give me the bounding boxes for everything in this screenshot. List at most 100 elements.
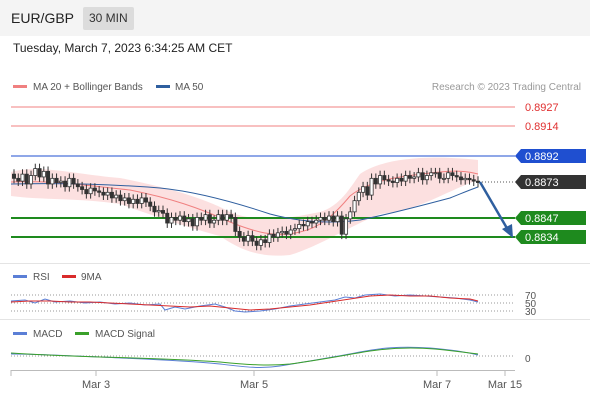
candle-body xyxy=(437,172,442,179)
candle-body xyxy=(301,224,306,227)
candle-body xyxy=(395,177,400,183)
candle-body xyxy=(254,240,259,246)
candle-body xyxy=(454,175,459,178)
candle-body xyxy=(139,197,144,204)
candle-body xyxy=(11,173,16,179)
candle-body xyxy=(335,215,340,223)
candle-body xyxy=(280,231,285,234)
candle-body xyxy=(54,177,59,183)
candle-body xyxy=(250,235,255,242)
rsi-tick-30: 30 xyxy=(525,307,537,318)
candle-body xyxy=(233,217,238,232)
macd-legend-label: MACD xyxy=(33,329,62,340)
candle-body xyxy=(424,175,429,181)
forecast-arrow-head xyxy=(502,224,513,238)
candle-body xyxy=(20,173,25,182)
candle-body xyxy=(156,210,161,213)
candle-body xyxy=(71,177,76,185)
resistance-3-label: 0.8927 xyxy=(525,102,559,114)
candle-body xyxy=(207,214,212,224)
candle-body xyxy=(190,218,195,227)
price-chart[interactable]: MA 20 + Bollinger Bands MA 50 Research ©… xyxy=(0,0,590,400)
candle-body xyxy=(80,186,85,190)
candle-body xyxy=(33,168,38,176)
candle-body xyxy=(67,177,72,188)
candle-body xyxy=(412,176,417,179)
candle-body xyxy=(229,214,234,218)
x-axis-label: Mar 15 xyxy=(488,379,522,391)
candle-body xyxy=(416,172,421,178)
candle-body xyxy=(314,219,319,224)
candle-body xyxy=(420,172,425,181)
x-axis-label: Mar 3 xyxy=(82,379,110,391)
candle-body xyxy=(356,191,361,202)
macd-legend-swatch xyxy=(13,332,27,335)
candle-body xyxy=(58,180,63,183)
candle-body xyxy=(267,233,272,243)
candle-body xyxy=(16,177,21,182)
candle-body xyxy=(118,194,123,202)
candle-body xyxy=(292,228,297,231)
candle-body xyxy=(258,239,263,246)
candle-body xyxy=(390,180,395,183)
rsi-legend-swatch xyxy=(13,275,27,278)
candle-body xyxy=(186,218,191,223)
candle-body xyxy=(109,191,114,199)
candle-body xyxy=(352,200,357,213)
macd-tick-0: 0 xyxy=(525,354,531,365)
candle-body xyxy=(331,215,336,223)
candle-body xyxy=(29,175,34,185)
candle-body xyxy=(24,173,29,185)
candle-body xyxy=(84,189,89,195)
candle-body xyxy=(203,214,208,221)
candle-body xyxy=(327,215,332,221)
macd-signal-legend-swatch xyxy=(75,332,89,335)
candle-body xyxy=(182,215,187,223)
candle-body xyxy=(101,191,106,196)
candle-body xyxy=(135,198,140,204)
candle-body xyxy=(378,175,383,185)
candle-body xyxy=(263,239,268,243)
ma50-legend-swatch xyxy=(156,85,170,88)
candle-body xyxy=(97,190,102,193)
macd-signal-legend-label: MACD Signal xyxy=(95,329,155,340)
rsi-legend-label: RSI xyxy=(33,272,50,283)
candle-body xyxy=(148,201,153,207)
candle-body xyxy=(441,177,446,180)
candle-body xyxy=(41,170,46,178)
candle-body xyxy=(165,212,170,224)
candle-body xyxy=(241,236,246,242)
candle-body xyxy=(173,217,178,221)
candle-body xyxy=(344,218,349,235)
candle-body xyxy=(160,210,165,214)
candle-body xyxy=(246,235,251,242)
candle-body xyxy=(275,232,280,238)
candle-body xyxy=(297,224,302,230)
candle-body xyxy=(237,231,242,238)
ma20-legend-label: MA 20 + Bollinger Bands xyxy=(33,82,143,93)
candle-body xyxy=(131,198,136,204)
candle-body xyxy=(46,170,51,185)
candle-body xyxy=(386,179,391,182)
candle-body xyxy=(309,221,314,224)
candle-body xyxy=(284,231,289,235)
candle-body xyxy=(224,214,229,221)
x-axis-label: Mar 5 xyxy=(240,379,268,391)
candle-body xyxy=(433,172,438,175)
candle-body xyxy=(105,191,110,196)
last-price-label: 0.8873 xyxy=(525,177,559,189)
candle-body xyxy=(305,221,310,227)
candle-body xyxy=(92,187,97,192)
candle-body xyxy=(126,197,131,204)
candle-body xyxy=(178,215,183,221)
candle-body xyxy=(88,187,93,195)
candle-body xyxy=(382,175,387,181)
candle-body xyxy=(216,214,221,221)
support-1-label: 0.8847 xyxy=(525,213,559,225)
candle-body xyxy=(373,177,378,185)
candle-body xyxy=(475,180,480,183)
candle-body xyxy=(318,217,323,221)
candle-body xyxy=(63,180,68,188)
forecast-arrow-shaft xyxy=(478,181,510,231)
candle-body xyxy=(450,172,455,176)
